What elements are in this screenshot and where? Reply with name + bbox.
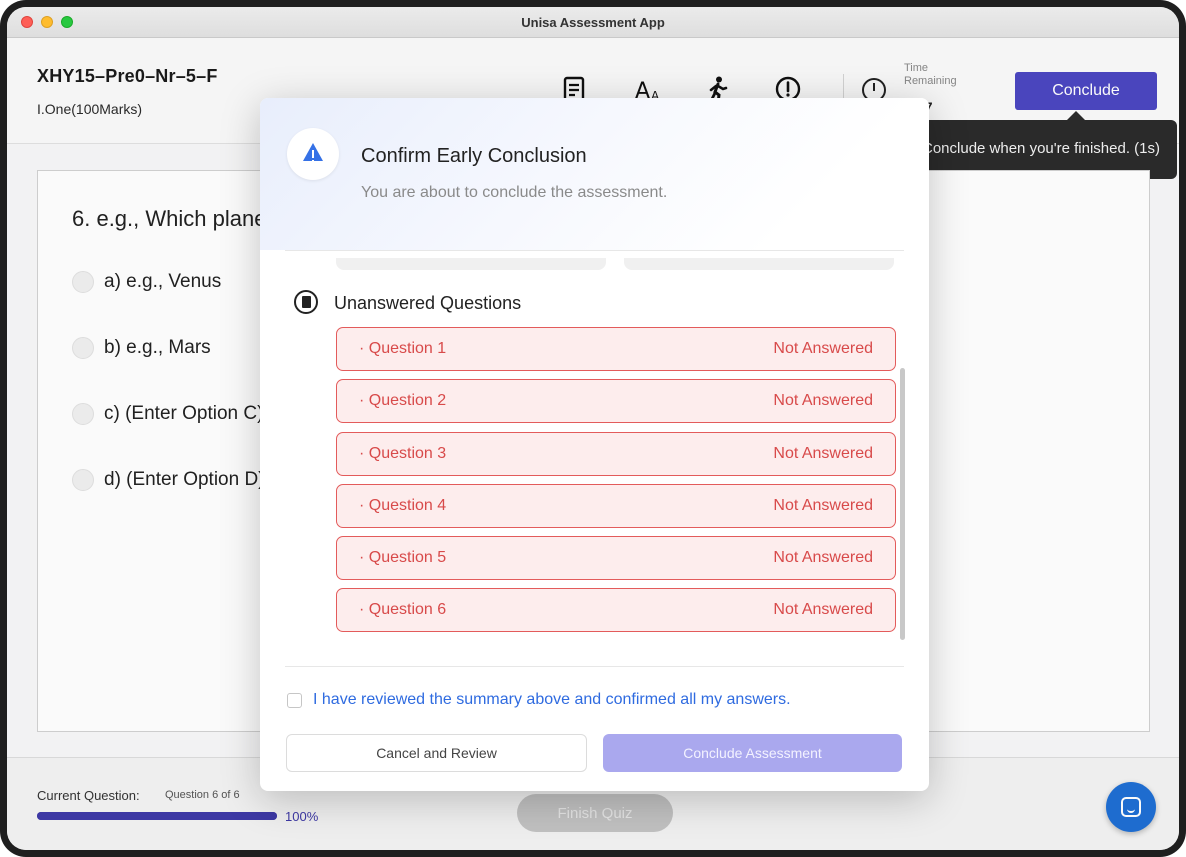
status-label: Not Answered bbox=[773, 601, 873, 619]
window-title: Unisa Assessment App bbox=[521, 15, 665, 30]
list-scrollbar[interactable] bbox=[900, 368, 905, 640]
confirm-checkbox-row[interactable]: I have reviewed the summary above and co… bbox=[287, 691, 791, 709]
app-window: Unisa Assessment App XHY15–Pre0–Nr–5–F I… bbox=[7, 7, 1179, 850]
dialog-header: Confirm Early Conclusion You are about t… bbox=[260, 98, 929, 250]
cancel-review-button[interactable]: Cancel and Review bbox=[286, 734, 587, 772]
question-label: · Question 3 bbox=[359, 444, 447, 462]
confirm-checkbox[interactable] bbox=[287, 692, 302, 708]
document-icon bbox=[294, 290, 318, 314]
unanswered-item[interactable]: · Question 2 Not Answered bbox=[336, 379, 896, 424]
question-label: · Question 5 bbox=[359, 549, 447, 567]
divider bbox=[285, 666, 904, 667]
divider bbox=[285, 250, 904, 251]
device-frame: Unisa Assessment App XHY15–Pre0–Nr–5–F I… bbox=[0, 0, 1186, 857]
summary-card-edge bbox=[624, 258, 894, 270]
unanswered-item[interactable]: · Question 6 Not Answered bbox=[336, 588, 896, 633]
status-label: Not Answered bbox=[773, 392, 873, 410]
status-label: Not Answered bbox=[773, 340, 873, 357]
question-label: · Question 6 bbox=[359, 601, 447, 619]
confirm-dialog: Confirm Early Conclusion You are about t… bbox=[260, 98, 929, 791]
summary-card-edge bbox=[336, 258, 606, 270]
question-label: · Question 2 bbox=[359, 392, 447, 410]
question-label: · Question 1 bbox=[359, 340, 447, 357]
status-label: Not Answered bbox=[773, 444, 873, 462]
unanswered-item[interactable]: · Question 4 Not Answered bbox=[336, 483, 896, 528]
conclude-assessment-button[interactable]: Conclude Assessment bbox=[603, 734, 902, 772]
warning-icon bbox=[287, 128, 339, 180]
unanswered-item[interactable]: · Question 5 Not Answered bbox=[336, 536, 896, 581]
confirm-checkbox-label[interactable]: I have reviewed the summary above and co… bbox=[313, 691, 791, 709]
dialog-title: Confirm Early Conclusion bbox=[361, 145, 587, 167]
unanswered-item[interactable]: · Question 3 Not Answered bbox=[336, 431, 896, 476]
status-label: Not Answered bbox=[773, 496, 873, 514]
status-label: Not Answered bbox=[773, 549, 873, 567]
unanswered-list: · Question 1 Not Answered · Question 2 Not… bbox=[336, 327, 896, 641]
unanswered-title: Unanswered Questions bbox=[334, 293, 522, 313]
question-label: · Question 4 bbox=[359, 496, 447, 514]
title-bar: Unisa Assessment App bbox=[7, 7, 1179, 38]
dialog-subtitle: You are about to conclude the assessment… bbox=[361, 184, 668, 201]
unanswered-item[interactable]: · Question 1 Not Answered bbox=[336, 327, 896, 371]
